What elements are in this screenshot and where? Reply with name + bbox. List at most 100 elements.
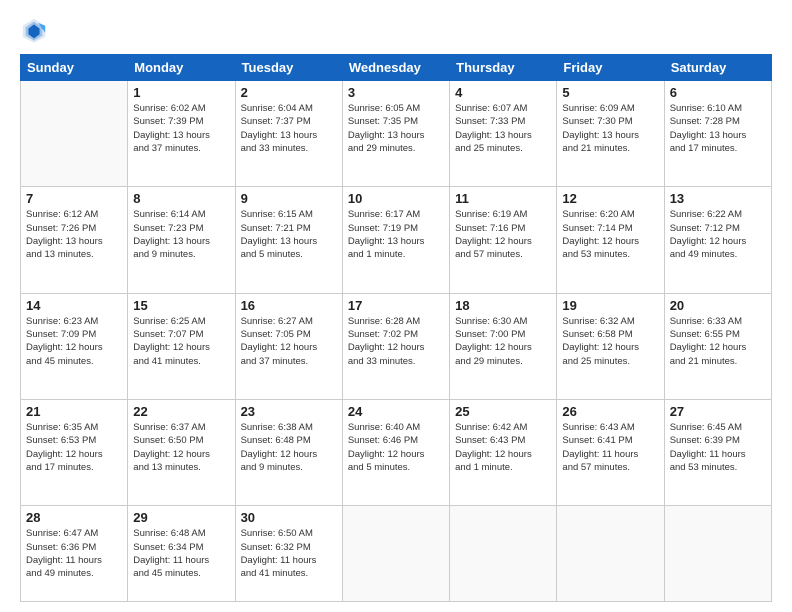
calendar-cell: 15 Sunrise: 6:25 AM Sunset: 7:07 PM Dayli…: [128, 293, 235, 399]
day-info: Sunrise: 6:20 AM Sunset: 7:14 PM Dayligh…: [562, 208, 658, 261]
day-info: Sunrise: 6:45 AM Sunset: 6:39 PM Dayligh…: [670, 421, 766, 474]
day-number: 26: [562, 404, 658, 419]
day-info: Sunrise: 6:23 AM Sunset: 7:09 PM Dayligh…: [26, 315, 122, 368]
day-info: Sunrise: 6:48 AM Sunset: 6:34 PM Dayligh…: [133, 527, 229, 580]
day-number: 21: [26, 404, 122, 419]
day-info: Sunrise: 6:02 AM Sunset: 7:39 PM Dayligh…: [133, 102, 229, 155]
day-info: Sunrise: 6:19 AM Sunset: 7:16 PM Dayligh…: [455, 208, 551, 261]
day-info: Sunrise: 6:25 AM Sunset: 7:07 PM Dayligh…: [133, 315, 229, 368]
day-info: Sunrise: 6:28 AM Sunset: 7:02 PM Dayligh…: [348, 315, 444, 368]
day-info: Sunrise: 6:22 AM Sunset: 7:12 PM Dayligh…: [670, 208, 766, 261]
day-number: 10: [348, 191, 444, 206]
calendar-cell: 23Sunrise: 6:38 AM Sunset: 6:48 PM Dayli…: [235, 399, 342, 505]
day-info: Sunrise: 6:05 AM Sunset: 7:35 PM Dayligh…: [348, 102, 444, 155]
logo-icon: [20, 16, 48, 44]
day-info: Sunrise: 6:27 AM Sunset: 7:05 PM Dayligh…: [241, 315, 337, 368]
calendar-cell: [557, 506, 664, 602]
calendar-cell: 14 Sunrise: 6:23 AM Sunset: 7:09 PM Dayli…: [21, 293, 128, 399]
day-number: 19: [562, 298, 658, 313]
calendar-cell: 6Sunrise: 6:10 AM Sunset: 7:28 PM Daylig…: [664, 81, 771, 187]
day-number: 15: [133, 298, 229, 313]
day-info: Sunrise: 6:04 AM Sunset: 7:37 PM Dayligh…: [241, 102, 337, 155]
day-number: 22: [133, 404, 229, 419]
calendar-cell: [450, 506, 557, 602]
day-info: Sunrise: 6:12 AM Sunset: 7:26 PM Dayligh…: [26, 208, 122, 261]
calendar-cell: 28 Sunrise: 6:47 AM Sunset: 6:36 PM Dayli…: [21, 506, 128, 602]
weekday-header-monday: Monday: [128, 55, 235, 81]
calendar-cell: 16Sunrise: 6:27 AM Sunset: 7:05 PM Dayli…: [235, 293, 342, 399]
day-info: Sunrise: 6:15 AM Sunset: 7:21 PM Dayligh…: [241, 208, 337, 261]
calendar-cell: [342, 506, 449, 602]
calendar-cell: 13 Sunrise: 6:22 AM Sunset: 7:12 PM Dayli…: [664, 187, 771, 293]
day-info: Sunrise: 6:40 AM Sunset: 6:46 PM Dayligh…: [348, 421, 444, 474]
calendar-cell: 3 Sunrise: 6:05 AM Sunset: 7:35 PM Daylig…: [342, 81, 449, 187]
weekday-header-wednesday: Wednesday: [342, 55, 449, 81]
calendar-cell: 21 Sunrise: 6:35 AM Sunset: 6:53 PM Dayli…: [21, 399, 128, 505]
calendar-week-4: 21 Sunrise: 6:35 AM Sunset: 6:53 PM Dayli…: [21, 399, 772, 505]
day-number: 2: [241, 85, 337, 100]
calendar-cell: 26 Sunrise: 6:43 AM Sunset: 6:41 PM Dayli…: [557, 399, 664, 505]
calendar-cell: 20 Sunrise: 6:33 AM Sunset: 6:55 PM Dayli…: [664, 293, 771, 399]
day-info: Sunrise: 6:35 AM Sunset: 6:53 PM Dayligh…: [26, 421, 122, 474]
day-number: 28: [26, 510, 122, 525]
calendar-cell: 5 Sunrise: 6:09 AM Sunset: 7:30 PM Daylig…: [557, 81, 664, 187]
day-info: Sunrise: 6:42 AM Sunset: 6:43 PM Dayligh…: [455, 421, 551, 474]
calendar-cell: 30 Sunrise: 6:50 AM Sunset: 6:32 PM Dayli…: [235, 506, 342, 602]
day-info: Sunrise: 6:14 AM Sunset: 7:23 PM Dayligh…: [133, 208, 229, 261]
day-info: Sunrise: 6:50 AM Sunset: 6:32 PM Dayligh…: [241, 527, 337, 580]
calendar-cell: 7 Sunrise: 6:12 AM Sunset: 7:26 PM Daylig…: [21, 187, 128, 293]
day-number: 8: [133, 191, 229, 206]
day-number: 13: [670, 191, 766, 206]
weekday-header-thursday: Thursday: [450, 55, 557, 81]
day-number: 11: [455, 191, 551, 206]
day-info: Sunrise: 6:07 AM Sunset: 7:33 PM Dayligh…: [455, 102, 551, 155]
day-number: 24: [348, 404, 444, 419]
day-number: 30: [241, 510, 337, 525]
weekday-header-tuesday: Tuesday: [235, 55, 342, 81]
day-number: 29: [133, 510, 229, 525]
calendar-cell: 29 Sunrise: 6:48 AM Sunset: 6:34 PM Dayli…: [128, 506, 235, 602]
day-number: 23: [241, 404, 337, 419]
weekday-header-sunday: Sunday: [21, 55, 128, 81]
day-info: Sunrise: 6:33 AM Sunset: 6:55 PM Dayligh…: [670, 315, 766, 368]
day-number: 17: [348, 298, 444, 313]
calendar-cell: 9 Sunrise: 6:15 AM Sunset: 7:21 PM Daylig…: [235, 187, 342, 293]
calendar-week-3: 14 Sunrise: 6:23 AM Sunset: 7:09 PM Dayli…: [21, 293, 772, 399]
weekday-header-row: SundayMondayTuesdayWednesdayThursdayFrid…: [21, 55, 772, 81]
calendar-cell: 1 Sunrise: 6:02 AM Sunset: 7:39 PM Daylig…: [128, 81, 235, 187]
day-number: 4: [455, 85, 551, 100]
day-number: 25: [455, 404, 551, 419]
day-number: 1: [133, 85, 229, 100]
day-info: Sunrise: 6:32 AM Sunset: 6:58 PM Dayligh…: [562, 315, 658, 368]
calendar-cell: 27Sunrise: 6:45 AM Sunset: 6:39 PM Dayli…: [664, 399, 771, 505]
day-number: 20: [670, 298, 766, 313]
day-number: 5: [562, 85, 658, 100]
calendar-cell: 11 Sunrise: 6:19 AM Sunset: 7:16 PM Dayli…: [450, 187, 557, 293]
day-info: Sunrise: 6:37 AM Sunset: 6:50 PM Dayligh…: [133, 421, 229, 474]
calendar-cell: 17 Sunrise: 6:28 AM Sunset: 7:02 PM Dayli…: [342, 293, 449, 399]
calendar-cell: 10 Sunrise: 6:17 AM Sunset: 7:19 PM Dayli…: [342, 187, 449, 293]
day-info: Sunrise: 6:47 AM Sunset: 6:36 PM Dayligh…: [26, 527, 122, 580]
calendar-week-5: 28 Sunrise: 6:47 AM Sunset: 6:36 PM Dayli…: [21, 506, 772, 602]
calendar-cell: 2 Sunrise: 6:04 AM Sunset: 7:37 PM Daylig…: [235, 81, 342, 187]
calendar-week-2: 7 Sunrise: 6:12 AM Sunset: 7:26 PM Daylig…: [21, 187, 772, 293]
calendar-cell: 25 Sunrise: 6:42 AM Sunset: 6:43 PM Dayli…: [450, 399, 557, 505]
header: [20, 16, 772, 44]
calendar-cell: [21, 81, 128, 187]
weekday-header-saturday: Saturday: [664, 55, 771, 81]
day-info: Sunrise: 6:43 AM Sunset: 6:41 PM Dayligh…: [562, 421, 658, 474]
calendar-cell: 18 Sunrise: 6:30 AM Sunset: 7:00 PM Dayli…: [450, 293, 557, 399]
day-info: Sunrise: 6:09 AM Sunset: 7:30 PM Dayligh…: [562, 102, 658, 155]
day-number: 3: [348, 85, 444, 100]
day-number: 12: [562, 191, 658, 206]
day-info: Sunrise: 6:17 AM Sunset: 7:19 PM Dayligh…: [348, 208, 444, 261]
day-number: 18: [455, 298, 551, 313]
calendar-cell: 12 Sunrise: 6:20 AM Sunset: 7:14 PM Dayli…: [557, 187, 664, 293]
day-info: Sunrise: 6:30 AM Sunset: 7:00 PM Dayligh…: [455, 315, 551, 368]
weekday-header-friday: Friday: [557, 55, 664, 81]
day-number: 14: [26, 298, 122, 313]
calendar-cell: 4 Sunrise: 6:07 AM Sunset: 7:33 PM Daylig…: [450, 81, 557, 187]
calendar-table: SundayMondayTuesdayWednesdayThursdayFrid…: [20, 54, 772, 602]
day-number: 7: [26, 191, 122, 206]
day-number: 9: [241, 191, 337, 206]
